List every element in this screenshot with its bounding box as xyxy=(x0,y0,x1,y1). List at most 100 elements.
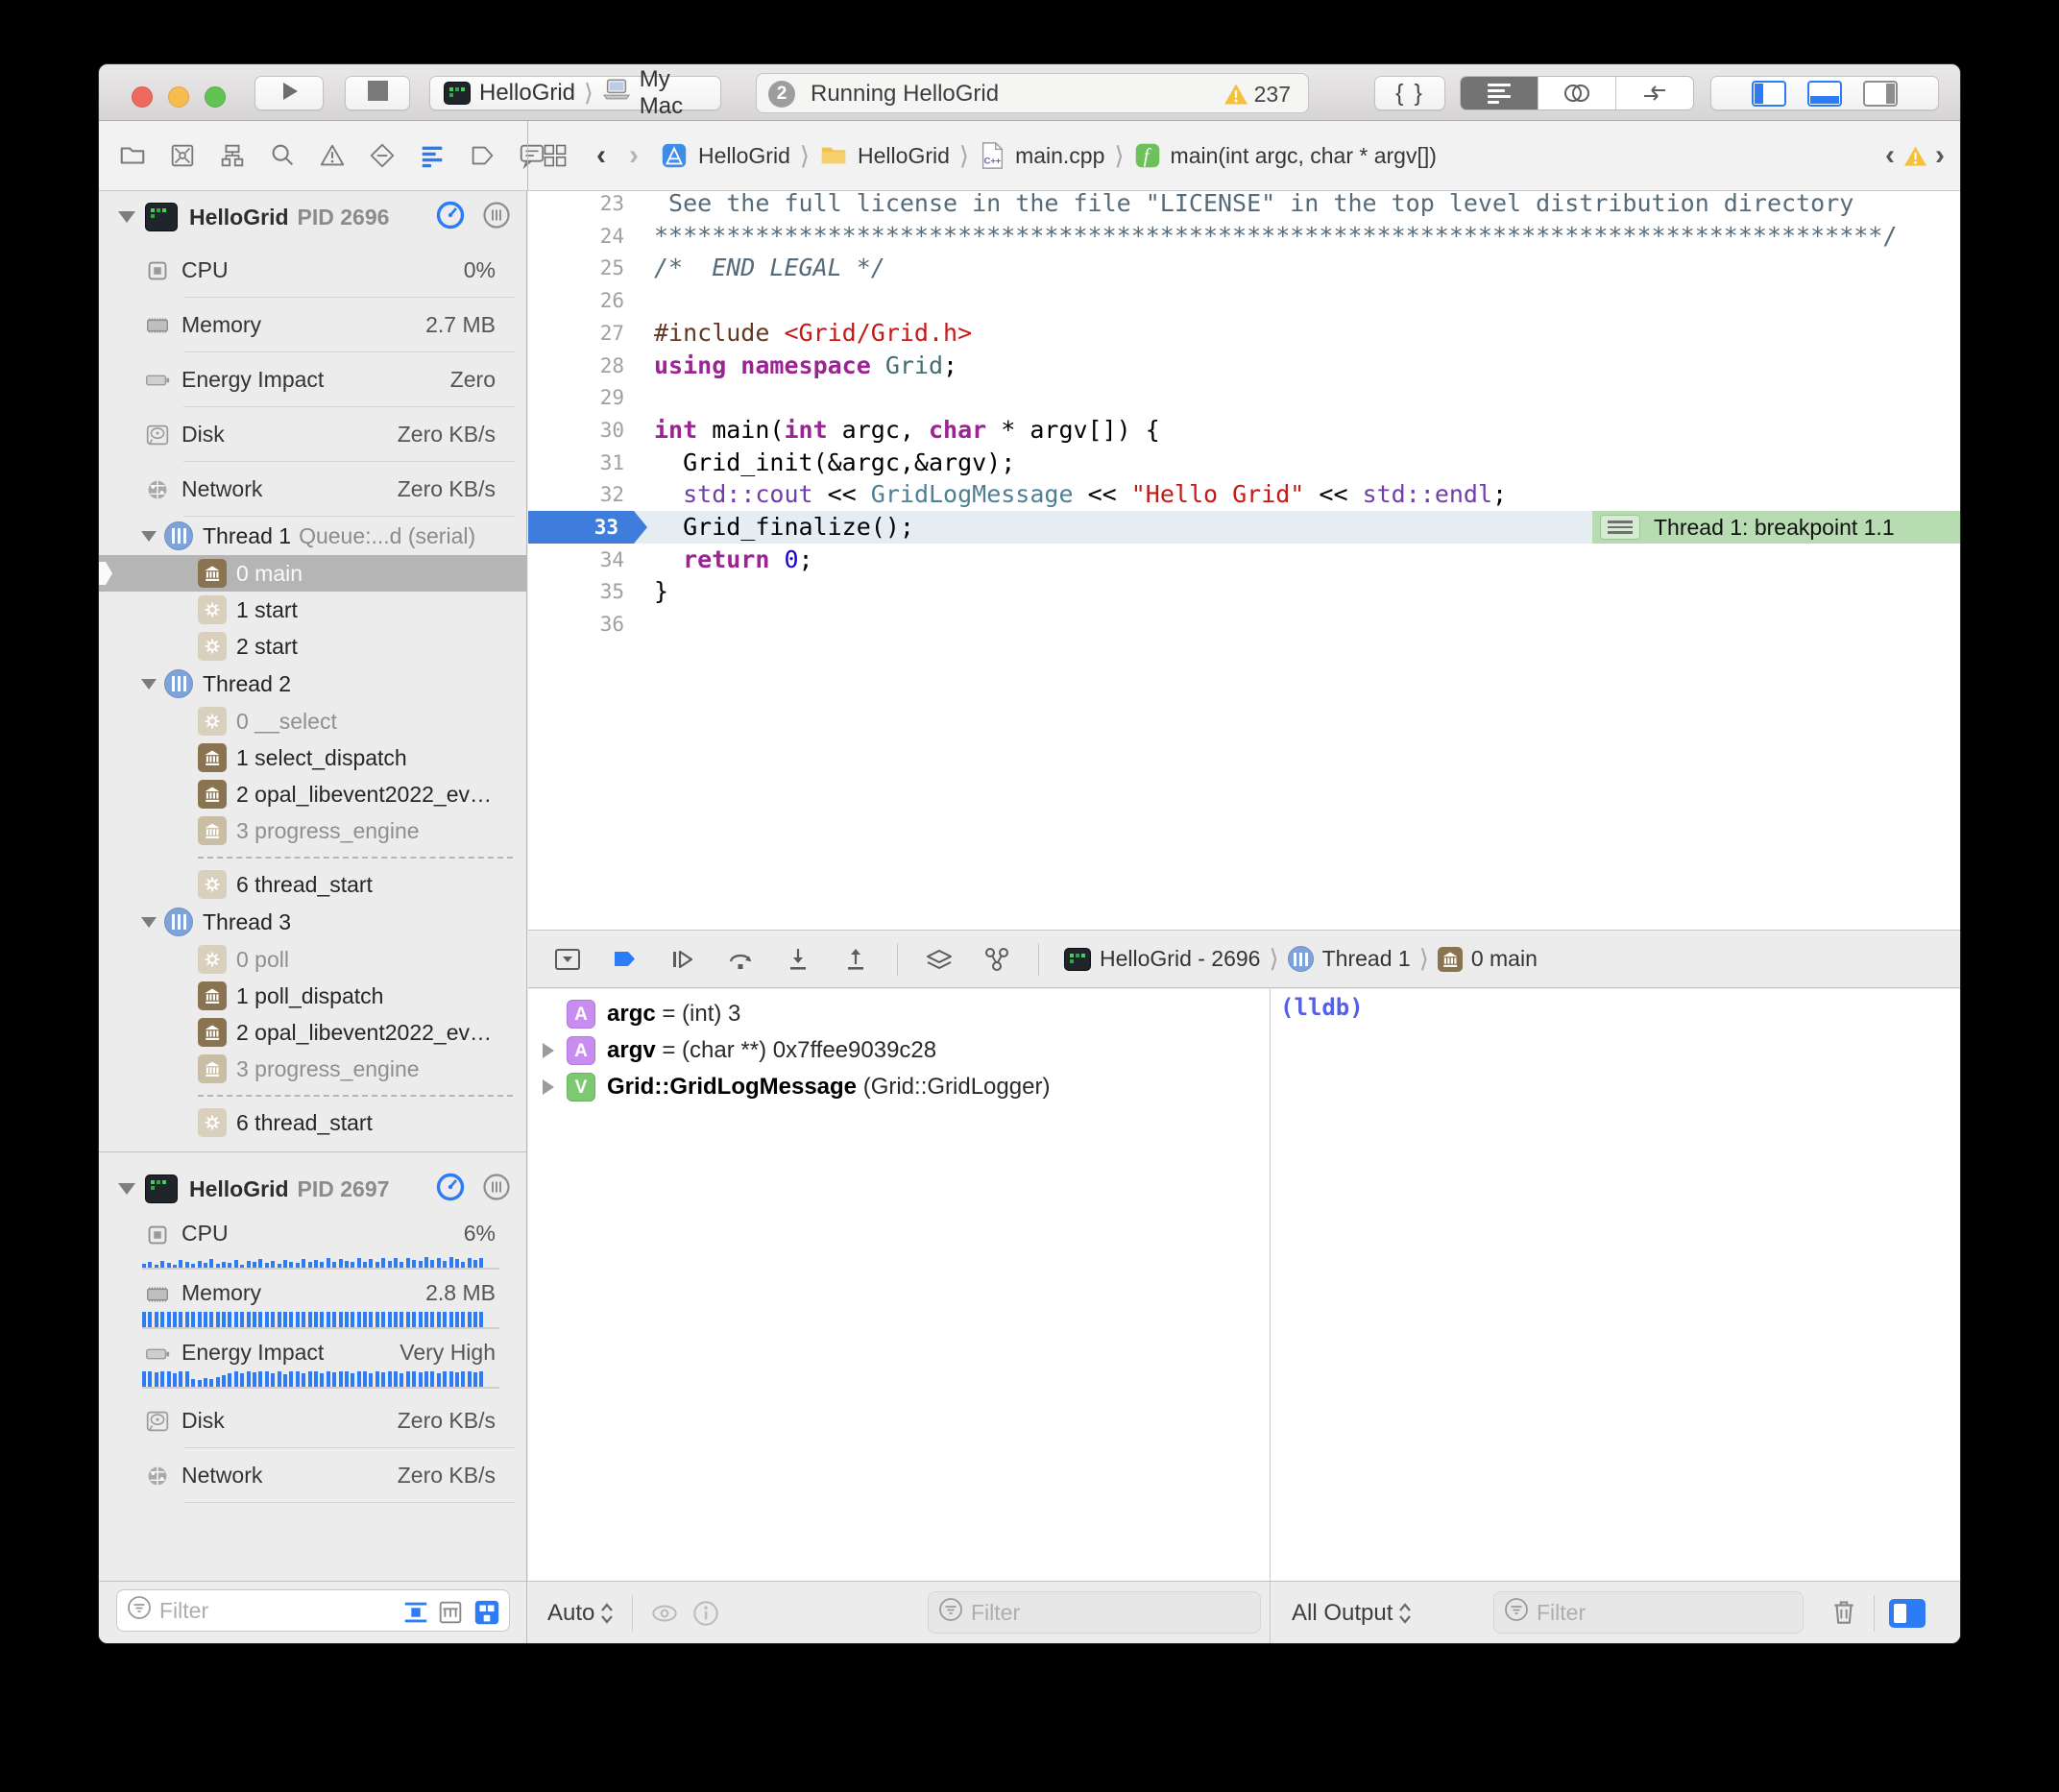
variable-row[interactable]: Aargc = (int) 3 xyxy=(528,997,1270,1031)
disclosure-triangle-icon[interactable] xyxy=(141,531,157,542)
disclosure-triangle-icon[interactable] xyxy=(141,917,157,928)
zoom-window-button[interactable] xyxy=(205,86,226,108)
disclosure-triangle-icon[interactable] xyxy=(543,1043,554,1058)
process-header[interactable]: HelloGridPID 2697 xyxy=(99,1163,526,1215)
gauge-row-disk[interactable]: DiskZero KB/s xyxy=(99,1393,526,1448)
stack-frame[interactable]: 0 __select xyxy=(99,703,526,739)
profile-gauge-icon[interactable] xyxy=(434,1171,467,1208)
breakpoints-toggle-icon[interactable] xyxy=(609,943,642,976)
console-output[interactable]: (lldb) xyxy=(1270,989,1961,1581)
stack-frame[interactable]: 1 select_dispatch xyxy=(99,739,526,776)
thread-row[interactable]: Thread 3 xyxy=(99,903,526,941)
disclosure-triangle-icon[interactable] xyxy=(118,1183,135,1195)
variables-scope-dropdown[interactable]: Auto xyxy=(547,1582,614,1644)
profile-gauge-icon[interactable] xyxy=(434,199,467,236)
line-number[interactable]: 24 xyxy=(528,220,624,253)
symbol-navigator-icon[interactable] xyxy=(216,139,249,172)
stack-frame[interactable]: 6 thread_start xyxy=(99,866,526,903)
line-number[interactable]: 26 xyxy=(528,284,624,317)
code-line-36[interactable]: 36 xyxy=(528,608,1961,641)
thread-row[interactable]: Thread 1Queue:...d (serial) xyxy=(99,517,526,555)
line-number[interactable]: 23 xyxy=(528,191,624,220)
code-line-26[interactable]: 26 xyxy=(528,284,1961,317)
issue-warning-icon[interactable] xyxy=(1899,139,1931,172)
code-line-32[interactable]: 32 std::cout << GridLogMessage << "Hello… xyxy=(528,478,1961,511)
variables-view[interactable]: Aargc = (int) 3Aargv = (char **) 0x7ffee… xyxy=(528,989,1270,1581)
line-number[interactable]: 35 xyxy=(528,575,624,608)
breadcrumb-label[interactable]: Thread 1 xyxy=(1322,946,1411,972)
code-line-29[interactable]: 29 xyxy=(528,381,1961,414)
variables-filter-field[interactable] xyxy=(928,1591,1261,1634)
gauge-row-disk[interactable]: DiskZero KB/s xyxy=(99,407,526,462)
code-line-25[interactable]: 25/* END LEGAL */ xyxy=(528,252,1961,284)
view-process-by-thread-icon[interactable] xyxy=(472,1598,501,1627)
console-filter-field[interactable] xyxy=(1493,1591,1804,1634)
breadcrumb-label[interactable]: HelloGrid - 2696 xyxy=(1100,946,1260,972)
source-control-navigator-icon[interactable] xyxy=(166,139,199,172)
scheme-selector[interactable]: HelloGrid ⟩ My Mac xyxy=(429,76,721,110)
assistant-editor-button[interactable] xyxy=(1538,77,1616,109)
process-header[interactable]: HelloGridPID 2696 xyxy=(99,191,526,243)
close-window-button[interactable] xyxy=(132,86,153,108)
breakpoint-annotation-icon[interactable] xyxy=(1600,515,1640,540)
line-number[interactable]: 33 xyxy=(528,511,647,544)
version-editor-button[interactable] xyxy=(1616,77,1693,109)
breadcrumb-label[interactable]: HelloGrid xyxy=(698,143,790,169)
standard-editor-button[interactable] xyxy=(1461,77,1538,109)
gauge-row-network[interactable]: NetworkZero KB/s xyxy=(99,1448,526,1503)
gauge-row-cpu[interactable]: CPU0% xyxy=(99,243,526,298)
code-line-35[interactable]: 35} xyxy=(528,575,1961,608)
run-button[interactable] xyxy=(254,76,324,110)
continue-execution-icon[interactable] xyxy=(666,943,699,976)
memory-bars-icon[interactable] xyxy=(480,199,513,236)
info-icon[interactable] xyxy=(690,1597,722,1630)
flatten-frames-icon[interactable] xyxy=(401,1598,430,1627)
memory-graph-icon[interactable] xyxy=(981,943,1013,976)
stop-button[interactable] xyxy=(345,76,410,110)
test-navigator-icon[interactable] xyxy=(366,139,399,172)
filter-input[interactable] xyxy=(1537,1600,1803,1626)
line-number[interactable]: 34 xyxy=(528,544,624,576)
stack-frame[interactable]: 0 poll xyxy=(99,941,526,978)
stack-frame[interactable]: 6 thread_start xyxy=(99,1104,526,1141)
clear-console-trash-icon[interactable] xyxy=(1828,1596,1860,1629)
line-number[interactable]: 36 xyxy=(528,608,624,641)
gauge-row-network[interactable]: NetworkZero KB/s xyxy=(99,462,526,517)
project-navigator-icon[interactable] xyxy=(116,139,149,172)
stack-frame[interactable]: 2 start xyxy=(99,628,526,665)
previous-issue-button[interactable]: ‹ xyxy=(1885,139,1895,172)
related-items-icon[interactable] xyxy=(539,139,571,172)
breadcrumb-label[interactable]: main.cpp xyxy=(1015,143,1104,169)
toggle-inspectors-button[interactable] xyxy=(1863,81,1898,107)
next-issue-button[interactable]: › xyxy=(1935,139,1945,172)
breadcrumb-label[interactable]: 0 main xyxy=(1471,946,1538,972)
step-out-icon[interactable] xyxy=(839,943,872,976)
breadcrumb-label[interactable]: HelloGrid xyxy=(858,143,950,169)
code-line-23[interactable]: 23 See the full license in the file "LIC… xyxy=(528,191,1961,220)
gauge-row-memory[interactable]: Memory2.7 MB xyxy=(99,298,526,352)
line-number[interactable]: 32 xyxy=(528,478,624,511)
memory-bars-icon[interactable] xyxy=(480,1171,513,1208)
line-number[interactable]: 29 xyxy=(528,381,624,414)
back-button[interactable]: ‹ xyxy=(596,139,606,172)
breadcrumb-label[interactable]: main(int argc, char * argv[]) xyxy=(1171,143,1437,169)
stack-frame[interactable]: 3 progress_engine xyxy=(99,812,526,849)
step-into-icon[interactable] xyxy=(782,943,814,976)
toggle-navigator-button[interactable] xyxy=(1752,81,1786,107)
show-variables-view-toggle[interactable] xyxy=(1889,1599,1926,1628)
source-editor[interactable]: 23 See the full license in the file "LIC… xyxy=(528,191,1961,930)
gauge-row-energy-impact[interactable]: Energy ImpactVery High xyxy=(99,1334,526,1393)
stack-frame[interactable]: 0 main xyxy=(99,555,526,592)
line-number[interactable]: 25 xyxy=(528,252,624,284)
line-number[interactable]: 28 xyxy=(528,350,624,382)
step-over-icon[interactable] xyxy=(724,943,757,976)
code-line-30[interactable]: 30int main(int argc, char * argv[]) { xyxy=(528,414,1961,447)
stack-frame[interactable]: 1 start xyxy=(99,592,526,628)
console-output-dropdown[interactable]: All Output xyxy=(1292,1582,1412,1644)
code-line-28[interactable]: 28using namespace Grid; xyxy=(528,350,1961,382)
stack-frame[interactable]: 2 opal_libevent2022_ev… xyxy=(99,1014,526,1051)
gauge-row-energy-impact[interactable]: Energy ImpactZero xyxy=(99,352,526,407)
quicklook-eye-icon[interactable] xyxy=(648,1597,681,1630)
filter-input[interactable] xyxy=(971,1600,1260,1626)
code-line-24[interactable]: 24**************************************… xyxy=(528,220,1961,253)
